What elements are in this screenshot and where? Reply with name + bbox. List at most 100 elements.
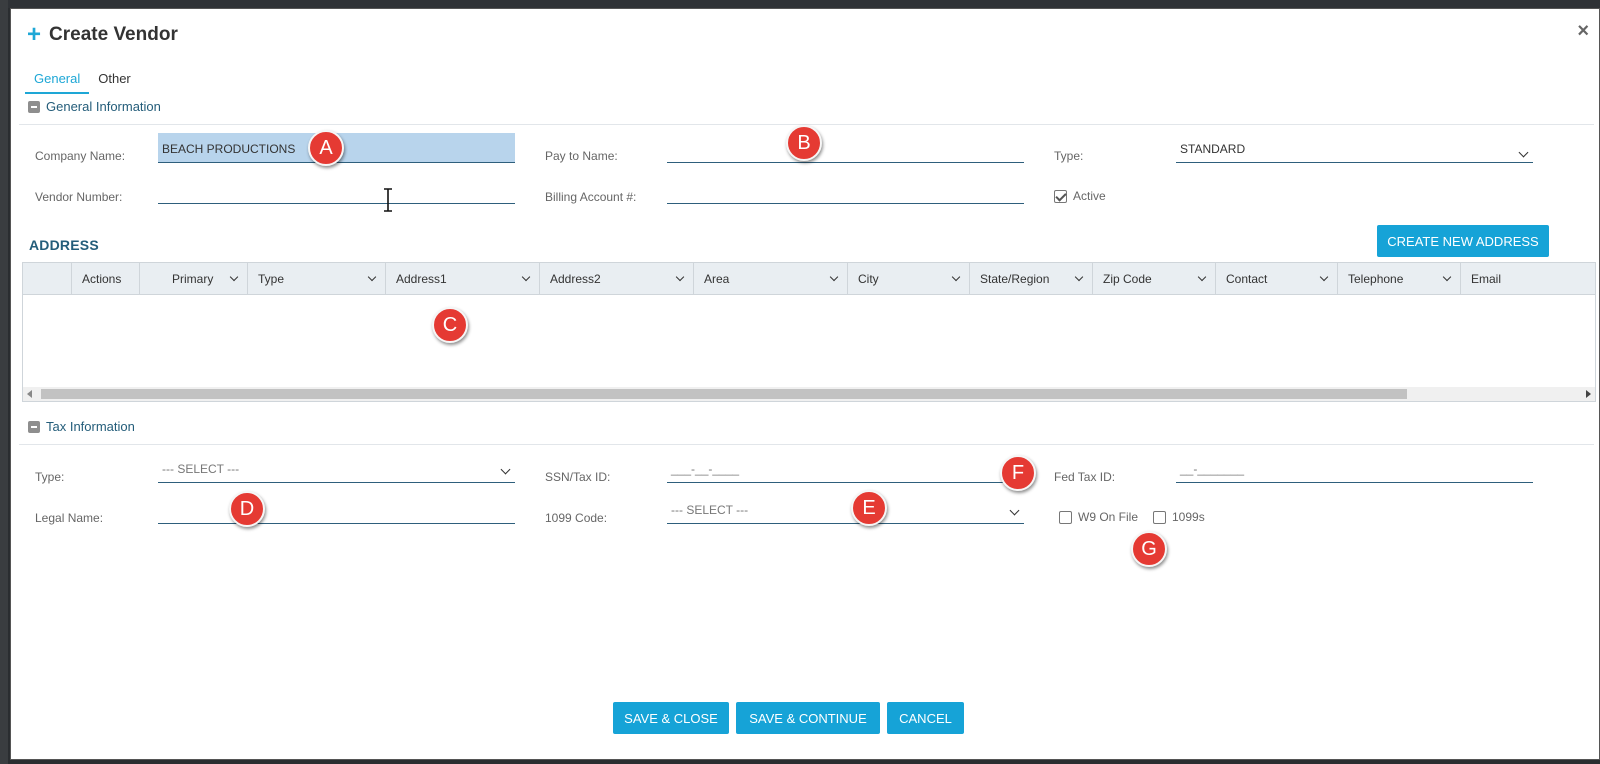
chevron-down-icon [1518, 147, 1529, 158]
column-label: Primary [172, 272, 214, 286]
create-new-address-button[interactable]: CREATE NEW ADDRESS [1377, 225, 1549, 257]
vendor-type-select[interactable]: STANDARD [1176, 133, 1533, 163]
save-close-button[interactable]: SAVE & CLOSE [613, 702, 729, 734]
address-grid-header: Actions Primary Type Address1 Address2 A… [23, 263, 1595, 295]
column-label: City [858, 272, 879, 286]
1099s-checkbox[interactable]: 1099s [1153, 510, 1205, 524]
column-header-primary[interactable]: Primary [139, 263, 247, 295]
column-label: Actions [82, 272, 122, 286]
column-header-email[interactable]: Email [1460, 263, 1595, 295]
chevron-down-icon[interactable] [1442, 272, 1452, 282]
1099-code-select[interactable]: --- SELECT --- [667, 494, 1024, 524]
column-label: Telephone [1348, 272, 1404, 286]
1099s-label: 1099s [1172, 510, 1205, 524]
legal-name-label: Legal Name: [35, 511, 104, 525]
column-header-address1[interactable]: Address1 [385, 263, 539, 295]
vendor-number-label: Vendor Number: [35, 190, 123, 204]
annotation-marker-g: G [1131, 531, 1167, 567]
company-name-label: Company Name: [35, 149, 126, 163]
column-label: Type [258, 272, 285, 286]
annotation-marker-b: B [786, 125, 822, 161]
1099-code-value: --- SELECT --- [671, 503, 749, 517]
chevron-down-icon[interactable] [367, 272, 377, 282]
column-label: Email [1471, 272, 1502, 286]
scroll-right-icon[interactable] [1586, 390, 1591, 398]
fed-tax-id-input[interactable]: __-_______ [1176, 453, 1533, 483]
address-title: ADDRESS [29, 237, 99, 253]
tax-type-label: Type: [35, 470, 65, 484]
background-app-bar [0, 0, 1600, 8]
active-label: Active [1073, 189, 1106, 203]
w9-on-file-checkbox[interactable]: W9 On File [1059, 510, 1138, 524]
general-info-header[interactable]: General Information [28, 99, 161, 114]
chevron-down-icon[interactable] [951, 272, 961, 282]
annotation-marker-a: A [308, 130, 344, 166]
pay-to-name-label: Pay to Name: [545, 149, 618, 163]
create-vendor-modal: + Create Vendor × General Other General … [10, 8, 1600, 760]
scrollbar-thumb[interactable] [41, 389, 1407, 399]
chevron-down-icon[interactable] [1074, 272, 1084, 282]
column-header-area[interactable]: Area [693, 263, 847, 295]
annotation-marker-e: E [851, 490, 887, 526]
column-header-telephone[interactable]: Telephone [1337, 263, 1460, 295]
text-cursor-icon [384, 188, 392, 212]
w9-on-file-label: W9 On File [1078, 510, 1139, 524]
company-name-value: BEACH PRODUCTIONS [162, 142, 296, 156]
chevron-down-icon [500, 464, 511, 475]
tax-type-value: --- SELECT --- [162, 462, 240, 476]
column-label: Address1 [396, 272, 447, 286]
column-label: State/Region [980, 272, 1050, 286]
column-label: Address2 [550, 272, 601, 286]
annotation-marker-d: D [229, 491, 265, 527]
address-grid: Actions Primary Type Address1 Address2 A… [22, 262, 1596, 402]
fed-tax-id-value: __-_______ [1180, 462, 1245, 476]
column-header-address2[interactable]: Address2 [539, 263, 693, 295]
column-header-city[interactable]: City [847, 263, 969, 295]
column-label: Area [704, 272, 730, 286]
column-label: Zip Code [1103, 272, 1152, 286]
column-header-zip-code[interactable]: Zip Code [1092, 263, 1215, 295]
column-header-actions[interactable]: Actions [71, 263, 139, 295]
checkbox-icon[interactable] [1153, 510, 1166, 524]
tab-other[interactable]: Other [89, 67, 140, 94]
close-icon[interactable]: × [1577, 21, 1589, 41]
active-checkbox[interactable]: Active [1054, 189, 1106, 203]
annotation-marker-c: C [432, 307, 468, 343]
column-label: Contact [1226, 272, 1268, 286]
checkbox-icon[interactable] [1059, 510, 1072, 524]
tax-info-header[interactable]: Tax Information [28, 419, 135, 434]
ssn-tax-id-input[interactable]: ___-__-____ [667, 453, 1024, 483]
pay-to-name-input[interactable] [667, 133, 1024, 163]
column-header-contact[interactable]: Contact [1215, 263, 1337, 295]
chevron-down-icon [1009, 505, 1020, 516]
chevron-down-icon[interactable] [1319, 272, 1329, 282]
chevron-down-icon[interactable] [1197, 272, 1207, 282]
column-header-state-region[interactable]: State/Region [969, 263, 1092, 295]
legal-name-input[interactable] [158, 494, 515, 524]
ssn-tax-id-label: SSN/Tax ID: [545, 470, 611, 484]
tax-type-select[interactable]: --- SELECT --- [158, 453, 515, 483]
cancel-button[interactable]: CANCEL [887, 702, 964, 734]
chevron-down-icon[interactable] [829, 272, 839, 282]
column-header-type[interactable]: Type [247, 263, 385, 295]
divider [19, 444, 1594, 445]
tab-general[interactable]: General [25, 67, 90, 94]
background-app-strip [0, 0, 8, 764]
scroll-left-icon[interactable] [27, 390, 32, 398]
chevron-down-icon[interactable] [521, 272, 531, 282]
section-title: General Information [46, 99, 161, 114]
1099-code-label: 1099 Code: [545, 511, 608, 525]
save-continue-button[interactable]: SAVE & CONTINUE [736, 702, 880, 734]
section-title: Tax Information [46, 419, 135, 434]
chevron-down-icon[interactable] [675, 272, 685, 282]
vendor-type-value: STANDARD [1180, 142, 1246, 156]
modal-title: Create Vendor [49, 24, 178, 45]
billing-account-input[interactable] [667, 174, 1024, 204]
chevron-down-icon[interactable] [229, 272, 239, 282]
horizontal-scrollbar[interactable] [23, 387, 1595, 401]
checkbox-checked-icon[interactable] [1054, 189, 1067, 203]
collapse-icon[interactable] [28, 100, 40, 113]
vendor-number-input[interactable] [158, 174, 515, 204]
collapse-icon[interactable] [28, 420, 40, 433]
plus-icon: + [27, 21, 42, 48]
